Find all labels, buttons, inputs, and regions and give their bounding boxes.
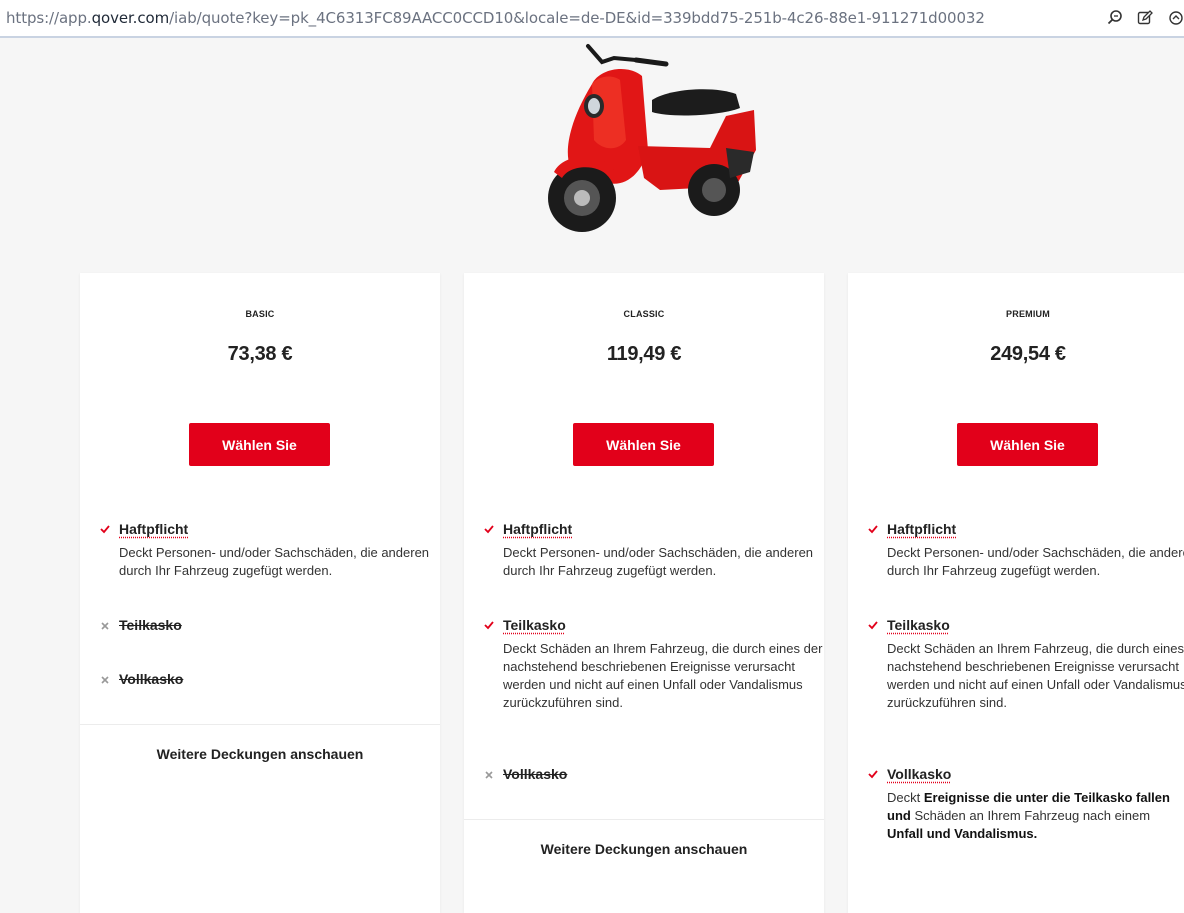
- coverage-description: Deckt Schäden an Ihrem Fahrzeug, die dur…: [503, 640, 823, 712]
- coverage-title[interactable]: Vollkasko: [887, 766, 951, 782]
- desc-text: Schäden an Ihrem Fahrzeug nach einem: [911, 808, 1150, 823]
- coverage-title[interactable]: Haftpflicht: [119, 521, 188, 537]
- more-coverages-link[interactable]: Weitere Deckungen anschauen: [464, 841, 824, 857]
- url-host: qover.com: [92, 9, 170, 27]
- plan-name: CLASSIC: [464, 309, 824, 319]
- cross-icon: [100, 672, 110, 684]
- plan-price: 119,49 €: [464, 343, 824, 366]
- url-text[interactable]: https://app.qover.com/iab/quote?key=pk_4…: [6, 9, 985, 27]
- check-icon: [100, 522, 110, 534]
- divider: [80, 724, 440, 725]
- edit-icon[interactable]: [1136, 9, 1154, 27]
- divider: [464, 819, 824, 820]
- plan-name: PREMIUM: [848, 309, 1184, 319]
- check-icon: [868, 522, 878, 534]
- coverage-title[interactable]: Vollkasko: [119, 671, 183, 687]
- plan-card-premium: PREMIUM 249,54 € Wählen Sie Haftpflicht …: [848, 273, 1184, 913]
- coverage-title[interactable]: Teilkasko: [887, 617, 950, 633]
- share-icon[interactable]: [1166, 9, 1184, 27]
- more-coverages-link[interactable]: Weitere Deckungen anschauen: [80, 746, 440, 762]
- coverage-title[interactable]: Haftpflicht: [887, 521, 956, 537]
- coverage-description: Deckt Personen- und/oder Sachschäden, di…: [887, 544, 1184, 580]
- coverage-title[interactable]: Teilkasko: [503, 617, 566, 633]
- choose-plan-button[interactable]: Wählen Sie: [573, 423, 714, 466]
- coverage-description: Deckt Personen- und/oder Sachschäden, di…: [503, 544, 823, 580]
- coverage-description: Deckt Ereignisse die unter die Teilkasko…: [887, 789, 1184, 843]
- plan-card-basic: BASIC 73,38 € Wählen Sie Haftpflicht Dec…: [80, 273, 440, 913]
- check-icon: [484, 618, 494, 630]
- scooter-image: [540, 40, 770, 240]
- browser-address-bar[interactable]: https://app.qover.com/iab/quote?key=pk_4…: [0, 0, 1184, 38]
- plan-price: 73,38 €: [80, 343, 440, 366]
- desc-text: Deckt: [887, 790, 924, 805]
- coverage-title[interactable]: Haftpflicht: [503, 521, 572, 537]
- check-icon: [868, 767, 878, 779]
- plan-name: BASIC: [80, 309, 440, 319]
- coverage-title[interactable]: Teilkasko: [119, 617, 182, 633]
- zoom-icon[interactable]: [1106, 9, 1124, 27]
- url-prefix: https://app.: [6, 9, 92, 27]
- url-path: /iab/quote?key=pk_4C6313FC89AACC0CCD10&l…: [169, 9, 985, 27]
- check-icon: [868, 618, 878, 630]
- choose-plan-button[interactable]: Wählen Sie: [189, 423, 330, 466]
- choose-plan-button[interactable]: Wählen Sie: [957, 423, 1098, 466]
- cross-icon: [484, 767, 494, 779]
- check-icon: [484, 522, 494, 534]
- plan-price: 249,54 €: [848, 343, 1184, 366]
- coverage-title[interactable]: Vollkasko: [503, 766, 567, 782]
- coverage-description: Deckt Personen- und/oder Sachschäden, di…: [119, 544, 439, 580]
- coverage-description: Deckt Schäden an Ihrem Fahrzeug, die dur…: [887, 640, 1184, 712]
- desc-bold: Unfall und Vandalismus.: [887, 826, 1037, 841]
- cross-icon: [100, 618, 110, 630]
- plan-card-classic: CLASSIC 119,49 € Wählen Sie Haftpflicht …: [464, 273, 824, 913]
